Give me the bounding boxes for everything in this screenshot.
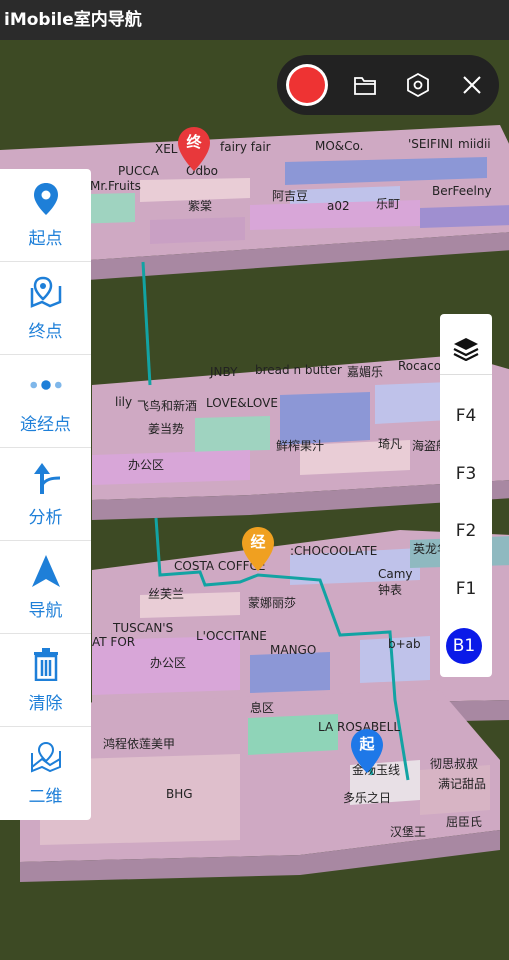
map-label: 办公区 — [150, 655, 186, 670]
map-label: 嘉媚乐 — [347, 365, 383, 379]
sidebar-item-waypoint[interactable]: 途经点 — [0, 355, 91, 448]
map-label: MO&Co. — [315, 139, 363, 153]
map-label: 汉堡王 — [390, 824, 426, 839]
floor-b1-button[interactable]: B1 — [446, 628, 482, 664]
map-label: 飞鸟和新酒 — [137, 398, 197, 413]
floor-f4-button[interactable]: F4 — [440, 406, 492, 426]
map-label: 琦凡 — [378, 437, 402, 451]
map-label: :CHOCOOLATE — [290, 544, 377, 558]
map-label: 阿吉豆 — [272, 189, 308, 203]
location-pin-icon — [29, 182, 63, 216]
map-label: 满记甜品 — [438, 777, 486, 791]
map-2d-icon — [29, 740, 63, 774]
waypoint-marker-label: 经 — [250, 533, 266, 551]
map-label: 姜当势 — [148, 422, 184, 436]
map-label: Mr.Fruits — [90, 179, 141, 193]
floor-b1-slab — [20, 690, 500, 882]
map-label: 息区 — [250, 700, 274, 715]
floor-f1-button[interactable]: F1 — [440, 579, 492, 599]
map-label: L'OCCITANE — [196, 629, 267, 643]
map-label: 屈臣氏 — [446, 815, 482, 829]
record-button[interactable] — [286, 64, 328, 106]
map-label: 多乐之日 — [343, 791, 391, 805]
map-label: 蒙娜丽莎 — [248, 596, 296, 610]
app-title-bar: iMobile室内导航 — [0, 0, 509, 40]
map-label: 钟表 — [378, 582, 402, 597]
settings-button[interactable] — [403, 70, 433, 100]
layers-icon — [453, 338, 479, 361]
start-marker-label: 起 — [359, 735, 375, 753]
record-toolbar — [277, 55, 499, 115]
map-label: 办公区 — [128, 457, 164, 472]
sidebar-item-clear[interactable]: 清除 — [0, 634, 91, 727]
sidebar-item-label: 起点 — [28, 228, 63, 249]
trash-icon — [29, 647, 63, 681]
record-icon — [289, 67, 325, 103]
map-label: 'SEIFINI — [408, 137, 453, 151]
sidebar-item-start[interactable]: 起点 — [0, 169, 91, 262]
map-label: BerFeelny — [432, 184, 492, 198]
sidebar-item-navigate[interactable]: 导航 — [0, 541, 91, 634]
map-label: 乐町 — [376, 197, 400, 211]
map-label: bread n butter — [255, 363, 342, 377]
map-label: fairy fair — [220, 140, 271, 154]
map-label: b+ab — [388, 637, 421, 651]
sidebar-item-2d[interactable]: 二维 — [0, 727, 91, 820]
map-label: lily — [115, 395, 132, 409]
folder-icon — [354, 77, 376, 95]
settings-icon — [407, 73, 429, 97]
route-analysis-icon — [29, 461, 63, 495]
map-label: PUCCA — [118, 164, 160, 178]
map-label: XEL — [155, 142, 178, 156]
waypoint-dots-icon — [29, 368, 63, 402]
sidebar-item-label: 分析 — [28, 507, 63, 528]
map-label: JNBY — [209, 365, 238, 379]
navigation-arrow-icon — [29, 554, 63, 588]
map-label: AT FOR — [92, 635, 135, 649]
sidebar-item-label: 终点 — [28, 321, 63, 342]
end-marker[interactable]: 终 — [177, 126, 211, 172]
sidebar-item-label: 二维 — [28, 787, 63, 807]
sidebar-item-label: 途经点 — [20, 414, 71, 435]
sidebar-item-label: 清除 — [28, 693, 63, 714]
close-icon — [463, 76, 481, 94]
start-marker[interactable]: 起 — [350, 728, 384, 774]
app-title: iMobile室内导航 — [4, 10, 142, 30]
map-label: MANGO — [270, 643, 316, 657]
floor-f3-button[interactable]: F3 — [440, 464, 492, 484]
folder-button[interactable] — [350, 70, 380, 100]
left-sidebar: 起点 终点 途经点 分析 导航 清除 二维 — [0, 169, 91, 820]
close-button[interactable] — [457, 70, 487, 100]
map-label: a02 — [327, 199, 350, 213]
map-label: 鸿程依莲美甲 — [103, 736, 175, 751]
map-label: BHG — [166, 787, 193, 801]
map-label: 丝芙兰 — [148, 587, 184, 601]
map-label: miidii — [458, 137, 491, 151]
layers-button[interactable] — [440, 324, 492, 375]
map-label: TUSCAN'S — [112, 621, 173, 635]
map-label: 彻思叔叔 — [430, 757, 478, 771]
sidebar-item-label: 导航 — [28, 600, 63, 621]
map-label: 鲜榨果汁 — [276, 438, 324, 453]
sidebar-item-end[interactable]: 终点 — [0, 262, 91, 355]
map-label: LOVE&LOVE — [206, 396, 278, 410]
floor-f2-button[interactable]: F2 — [440, 521, 492, 541]
map-label: Camy — [378, 567, 413, 581]
map-pin-icon — [29, 275, 63, 309]
end-marker-label: 终 — [186, 133, 202, 151]
waypoint-marker[interactable]: 经 — [241, 526, 275, 572]
floor-switcher: F4 F3 F2 F1 B1 — [440, 314, 492, 677]
sidebar-item-analysis[interactable]: 分析 — [0, 448, 91, 541]
map-label: 紫棠 — [188, 199, 212, 213]
map-label: Rocaco — [398, 359, 441, 373]
